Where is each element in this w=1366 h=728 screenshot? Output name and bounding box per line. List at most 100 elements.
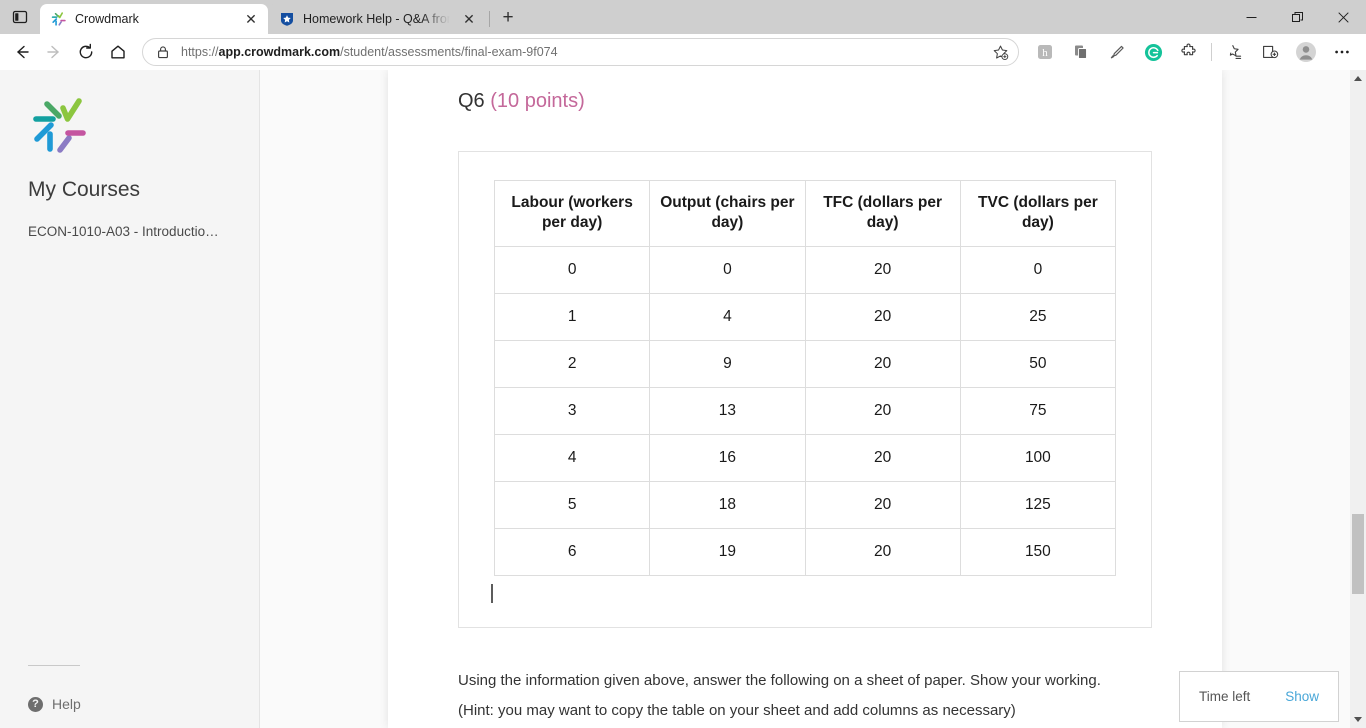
- extension-pen-button[interactable]: [1099, 37, 1135, 67]
- reload-button[interactable]: [70, 37, 102, 67]
- cell-labour: 5: [493, 480, 651, 529]
- document-inner: Q6 (10 points) Labour (workers per day) …: [388, 70, 1222, 725]
- question-number: Q6: [458, 90, 485, 112]
- scrollbar-thumb[interactable]: [1352, 514, 1364, 595]
- cell-tvc: 25: [959, 292, 1117, 341]
- scroll-up-button[interactable]: [1350, 70, 1366, 87]
- collections-button[interactable]: [1216, 37, 1252, 67]
- cell-output: 13: [649, 386, 806, 435]
- table-body: 0 0 20 0 1 4 20 25 2 9 20 50 3 13 20 75 …: [493, 245, 1117, 576]
- table-row: 6 19 20 150: [493, 527, 1117, 576]
- svg-text:h: h: [1042, 47, 1048, 59]
- instructions-text: Using the information given above, answe…: [458, 666, 1152, 725]
- back-button[interactable]: [6, 37, 38, 67]
- column-header-output: Output (chairs per day): [649, 180, 806, 247]
- sidebar-panel-icon: [12, 10, 28, 24]
- content-canvas: Q6 (10 points) Labour (workers per day) …: [260, 70, 1366, 728]
- split-screen-icon: [1263, 45, 1279, 59]
- cell-tfc: 20: [804, 292, 961, 341]
- extensions-puzzle-icon: [1181, 43, 1196, 56]
- grammarly-icon: [1144, 43, 1162, 61]
- column-header-labour: Labour (workers per day): [493, 180, 651, 247]
- instructions-line-1: Using the information given above, answe…: [458, 671, 1101, 689]
- toolbar-divider: [1211, 43, 1212, 61]
- document-column: Q6 (10 points) Labour (workers per day) …: [388, 70, 1222, 728]
- tab-strip: Crowdmark ✕ Homework Help - Q&A from On …: [0, 0, 1366, 34]
- cell-tfc: 20: [804, 433, 961, 482]
- extension-h-icon: h: [1038, 45, 1052, 59]
- tab-crowdmark[interactable]: Crowdmark ✕: [40, 4, 268, 34]
- cell-tvc: 0: [959, 245, 1117, 294]
- home-button[interactable]: [102, 37, 134, 67]
- add-to-favorites-button[interactable]: [986, 39, 1014, 65]
- sidebar-item-help[interactable]: ? Help: [28, 696, 228, 712]
- cell-labour: 4: [493, 433, 651, 482]
- cell-output: 0: [649, 245, 806, 294]
- table-header-row: Labour (workers per day) Output (chairs …: [493, 180, 1117, 247]
- minimize-button[interactable]: [1228, 0, 1274, 34]
- cell-tfc: 20: [804, 339, 961, 388]
- extensions-puzzle-button[interactable]: [1171, 37, 1207, 67]
- tab-close-button[interactable]: ✕: [240, 8, 262, 30]
- time-left-label: Time left: [1199, 689, 1251, 704]
- new-tab-button[interactable]: +: [493, 4, 523, 32]
- more-settings-button[interactable]: [1324, 37, 1360, 67]
- cell-tvc: 100: [959, 433, 1117, 482]
- table-head: Labour (workers per day) Output (chairs …: [493, 180, 1117, 247]
- app-sidebar: My Courses ECON-1010-A03 - Introductio… …: [0, 70, 260, 728]
- forward-button[interactable]: [38, 37, 70, 67]
- cell-output: 9: [649, 339, 806, 388]
- time-left-widget: Time left Show: [1179, 671, 1339, 722]
- question-heading: Q6 (10 points): [458, 90, 1152, 113]
- show-time-button[interactable]: Show: [1285, 689, 1319, 704]
- back-arrow-icon: [17, 45, 29, 59]
- page-scrollbar[interactable]: [1350, 70, 1366, 728]
- cell-output: 16: [649, 433, 806, 482]
- close-button[interactable]: [1320, 0, 1366, 34]
- tab-actions-sidebar-button[interactable]: [0, 0, 40, 34]
- crowdmark-logo[interactable]: [28, 94, 90, 156]
- extension-copy-button[interactable]: [1063, 37, 1099, 67]
- cell-labour: 0: [493, 245, 651, 294]
- window-controls: [1228, 0, 1366, 34]
- extension-h-button[interactable]: h: [1027, 37, 1063, 67]
- profile-avatar-icon: [1296, 42, 1316, 62]
- cell-tfc: 20: [804, 527, 961, 576]
- grammarly-button[interactable]: [1135, 37, 1171, 67]
- reload-icon: [79, 43, 93, 59]
- sidebar-item-course[interactable]: ECON-1010-A03 - Introductio…: [28, 224, 231, 239]
- restore-button[interactable]: [1274, 0, 1320, 34]
- tab-homework-help[interactable]: Homework Help - Q&A from On ✕: [268, 4, 486, 34]
- column-header-tfc: TFC (dollars per day): [804, 180, 961, 247]
- scroll-down-button[interactable]: [1350, 711, 1366, 728]
- cost-data-table: Labour (workers per day) Output (chairs …: [493, 180, 1117, 576]
- extension-pen-icon: [1110, 45, 1124, 59]
- cell-tvc: 125: [959, 480, 1117, 529]
- tab-close-button[interactable]: ✕: [458, 8, 480, 30]
- address-bar[interactable]: https://app.crowdmark.com/student/assess…: [142, 38, 1019, 66]
- table-row: 2 9 20 50: [493, 339, 1117, 388]
- scrollbar-track[interactable]: [1350, 87, 1366, 711]
- cell-tvc: 50: [959, 339, 1117, 388]
- help-label: Help: [52, 696, 81, 712]
- instructions-line-2: (Hint: you may want to copy the table on…: [458, 701, 1016, 719]
- cell-output: 4: [649, 292, 806, 341]
- chegg-shield-icon: [279, 11, 295, 27]
- lock-icon: [155, 44, 171, 60]
- split-screen-button[interactable]: [1252, 37, 1288, 67]
- text-cursor-caret: [491, 583, 493, 603]
- browser-window: Crowdmark ✕ Homework Help - Q&A from On …: [0, 0, 1366, 728]
- table-row: 0 0 20 0: [493, 245, 1117, 294]
- tab-divider: [489, 11, 490, 27]
- sidebar-footer: ? Help: [28, 665, 228, 712]
- extensions-area: h: [1027, 37, 1360, 67]
- column-header-tvc: TVC (dollars per day): [959, 180, 1117, 247]
- browser-toolbar: https://app.crowdmark.com/student/assess…: [0, 34, 1366, 70]
- cell-labour: 6: [493, 527, 651, 576]
- question-points: (10 points): [490, 90, 585, 112]
- profile-button[interactable]: [1288, 37, 1324, 67]
- url-path: /student/assessments/final-exam-9f074: [340, 45, 558, 59]
- url-domain: app.crowdmark.com: [218, 45, 341, 59]
- cell-tvc: 150: [959, 527, 1117, 576]
- table-row: 1 4 20 25: [493, 292, 1117, 341]
